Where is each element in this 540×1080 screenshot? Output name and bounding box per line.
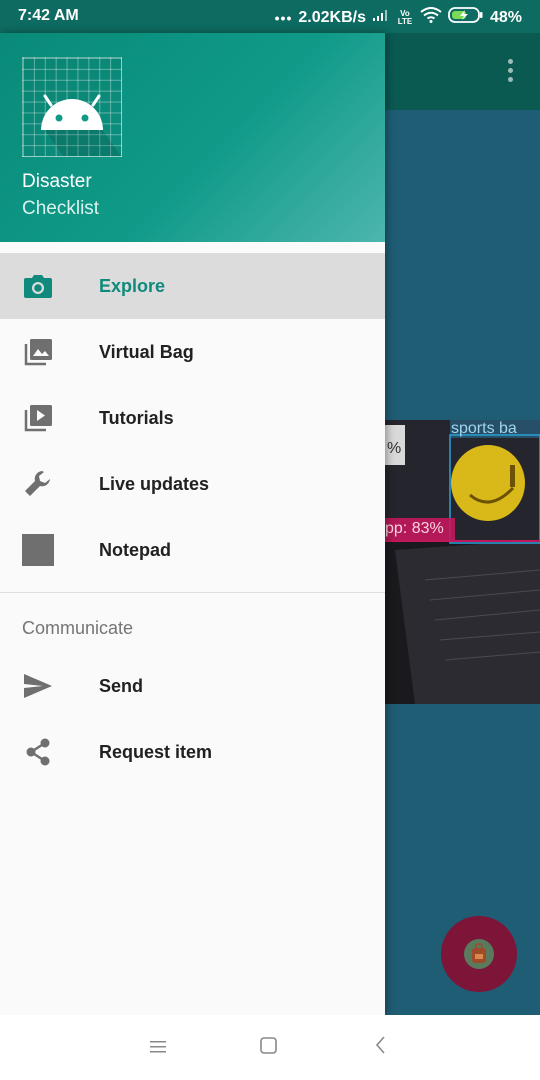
overflow-menu-icon[interactable] bbox=[508, 59, 514, 86]
share-icon bbox=[22, 736, 54, 768]
home-icon[interactable] bbox=[259, 1035, 279, 1061]
network-speed: 2.02KB/s bbox=[298, 8, 366, 26]
battery-charging-icon bbox=[448, 7, 484, 28]
drawer-item-notepad[interactable]: Notepad bbox=[0, 517, 385, 583]
section-header-communicate: Communicate bbox=[0, 593, 385, 653]
detection-label-percent: % bbox=[387, 440, 402, 457]
camera-icon bbox=[22, 270, 54, 302]
drawer-item-label: Tutorials bbox=[99, 407, 174, 428]
status-time: 7:42 AM bbox=[18, 7, 79, 24]
detection-label-app: pp: 83% bbox=[385, 520, 444, 537]
drawer-item-label: Live updates bbox=[99, 473, 210, 494]
backpack-icon bbox=[464, 939, 494, 969]
drawer-item-virtual-bag[interactable]: Virtual Bag bbox=[0, 319, 385, 385]
app-title: Disaster bbox=[22, 171, 92, 192]
back-icon[interactable] bbox=[374, 1035, 388, 1061]
drawer-item-label: Notepad bbox=[99, 539, 171, 560]
gallery-icon bbox=[22, 336, 54, 368]
send-icon bbox=[22, 670, 54, 702]
drawer-item-request-item[interactable]: Request item bbox=[0, 719, 385, 785]
drawer-item-explore[interactable]: Explore bbox=[0, 253, 385, 319]
system-nav-bar bbox=[0, 1015, 540, 1080]
drawer-item-label: Virtual Bag bbox=[99, 341, 194, 362]
android-icon bbox=[41, 94, 121, 156]
wifi-icon bbox=[420, 7, 442, 28]
floating-action-button[interactable] bbox=[441, 916, 517, 992]
drawer-menu: Explore Virtual Bag Tutorials Live updat… bbox=[0, 253, 385, 785]
drawer-item-send[interactable]: Send bbox=[0, 653, 385, 719]
square-icon bbox=[22, 534, 54, 566]
detection-label-sports-ball: sports ba bbox=[451, 420, 517, 437]
status-bar: 7:42 AM ••• 2.02KB/s Vo LTE 48% bbox=[0, 0, 540, 33]
app-subtitle: Checklist bbox=[22, 198, 100, 219]
drawer-item-label: Request item bbox=[99, 741, 213, 762]
camera-preview-image: sports ba % pp: 83% bbox=[385, 420, 540, 704]
wrench-icon bbox=[22, 468, 54, 500]
menu-icon[interactable] bbox=[148, 1035, 168, 1061]
navigation-drawer: Disaster Checklist Explore Virtual Bag T… bbox=[0, 33, 385, 1015]
drawer-item-live-updates[interactable]: Live updates bbox=[0, 451, 385, 517]
battery-level: 48% bbox=[489, 8, 522, 26]
notification-dots-icon: ••• bbox=[274, 9, 293, 26]
app-logo bbox=[22, 57, 122, 157]
drawer-header: Disaster Checklist bbox=[0, 33, 385, 242]
signal-icon bbox=[372, 8, 390, 27]
status-icons: ••• 2.02KB/s Vo LTE 48% bbox=[275, 7, 522, 28]
section-title: Communicate bbox=[22, 618, 134, 638]
video-library-icon bbox=[22, 402, 54, 434]
drawer-item-label: Send bbox=[99, 675, 144, 696]
drawer-item-label: Explore bbox=[99, 275, 166, 296]
volte-icon: Vo LTE bbox=[397, 8, 413, 26]
drawer-item-tutorials[interactable]: Tutorials bbox=[0, 385, 385, 451]
